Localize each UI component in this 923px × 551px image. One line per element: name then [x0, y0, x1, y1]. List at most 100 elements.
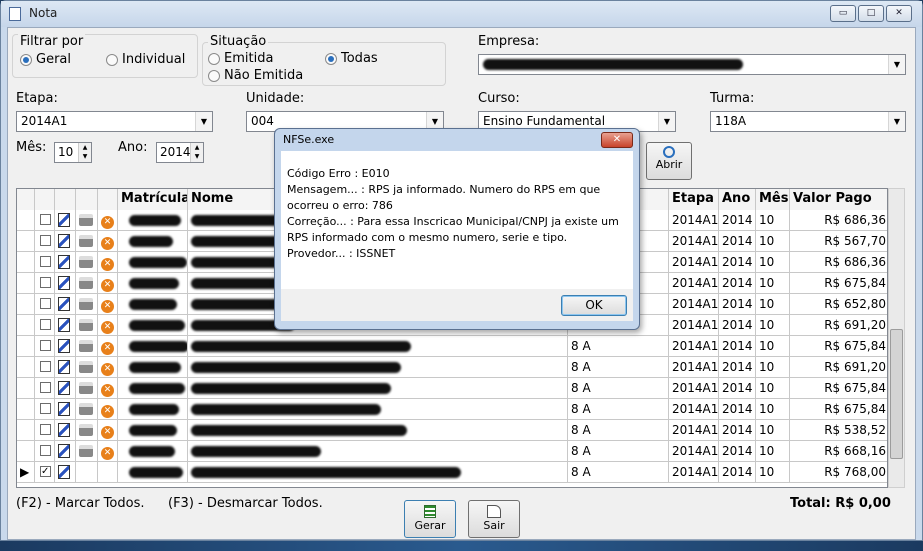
chevron-down-icon[interactable]: ▼ [658, 112, 675, 131]
radio-emitida[interactable]: Emitida [208, 51, 273, 66]
edit-icon[interactable] [58, 255, 70, 269]
cancel-icon[interactable]: ✕ [101, 216, 114, 229]
row-check-cell[interactable] [35, 294, 55, 315]
printer-icon[interactable] [79, 256, 93, 268]
table-row[interactable]: ✕ 8 A 2014A1 2014 10 R$ 675,84 [17, 336, 887, 357]
scrollbar-thumb[interactable] [890, 329, 903, 459]
printer-icon[interactable] [79, 319, 93, 331]
row-selector[interactable] [17, 399, 35, 420]
edit-icon[interactable] [58, 276, 70, 290]
row-edit-cell[interactable] [55, 231, 76, 252]
row-edit-cell[interactable] [55, 210, 76, 231]
row-print-cell[interactable] [76, 462, 98, 483]
row-check-cell[interactable] [35, 336, 55, 357]
cancel-icon[interactable]: ✕ [101, 321, 114, 334]
cancel-icon[interactable]: ✕ [101, 300, 114, 313]
row-checkbox[interactable] [40, 361, 51, 372]
row-checkbox[interactable] [40, 235, 51, 246]
row-cancel-cell[interactable]: ✕ [98, 399, 118, 420]
cancel-icon[interactable]: ✕ [101, 405, 114, 418]
printer-icon[interactable] [79, 424, 93, 436]
etapa-combo[interactable]: 2014A1 ▼ [16, 111, 213, 132]
printer-icon[interactable] [79, 298, 93, 310]
row-print-cell[interactable] [76, 315, 98, 336]
cancel-icon[interactable]: ✕ [101, 384, 114, 397]
row-selector[interactable] [17, 315, 35, 336]
row-checkbox[interactable] [40, 445, 51, 456]
row-checkbox[interactable] [40, 319, 51, 330]
row-checkbox[interactable]: ✓ [40, 466, 51, 477]
col-matricula[interactable]: Matrícula [118, 189, 188, 210]
chevron-down-icon[interactable]: ▼ [888, 112, 905, 131]
row-selector[interactable] [17, 420, 35, 441]
row-cancel-cell[interactable]: ✕ [98, 210, 118, 231]
mes-spinner[interactable]: 10 ▲ ▼ [54, 142, 92, 163]
printer-icon[interactable] [79, 235, 93, 247]
row-checkbox[interactable] [40, 340, 51, 351]
radio-individual[interactable]: Individual [106, 52, 185, 67]
edit-icon[interactable] [58, 465, 70, 479]
row-edit-cell[interactable] [55, 336, 76, 357]
edit-icon[interactable] [58, 381, 70, 395]
edit-icon[interactable] [58, 423, 70, 437]
row-cancel-cell[interactable]: ✕ [98, 378, 118, 399]
table-scrollbar[interactable] [888, 188, 905, 488]
row-selector[interactable] [17, 210, 35, 231]
row-checkbox[interactable] [40, 256, 51, 267]
row-print-cell[interactable] [76, 294, 98, 315]
empresa-combo[interactable]: ▼ [478, 54, 906, 75]
row-checkbox[interactable] [40, 214, 51, 225]
row-cancel-cell[interactable]: ✕ [98, 441, 118, 462]
table-row[interactable]: ✕ 8 A 2014A1 2014 10 R$ 538,52 [17, 420, 887, 441]
radio-geral[interactable]: Geral [20, 52, 71, 67]
edit-icon[interactable] [58, 213, 70, 227]
cancel-icon[interactable]: ✕ [101, 363, 114, 376]
row-cancel-cell[interactable]: ✕ [98, 252, 118, 273]
cancel-icon[interactable]: ✕ [101, 447, 114, 460]
row-selector[interactable] [17, 378, 35, 399]
row-selector[interactable] [17, 231, 35, 252]
row-print-cell[interactable] [76, 252, 98, 273]
row-print-cell[interactable] [76, 336, 98, 357]
ano-spinner[interactable]: 2014 ▲ ▼ [156, 142, 204, 163]
row-selector[interactable] [17, 294, 35, 315]
row-check-cell[interactable] [35, 273, 55, 294]
edit-icon[interactable] [58, 402, 70, 416]
maximize-button[interactable]: □ [858, 5, 884, 22]
edit-icon[interactable] [58, 339, 70, 353]
row-print-cell[interactable] [76, 399, 98, 420]
row-cancel-cell[interactable]: ✕ [98, 357, 118, 378]
row-cancel-cell[interactable]: ✕ [98, 273, 118, 294]
row-checkbox[interactable] [40, 382, 51, 393]
row-cancel-cell[interactable]: ✕ [98, 294, 118, 315]
cancel-icon[interactable]: ✕ [101, 258, 114, 271]
printer-icon[interactable] [79, 214, 93, 226]
row-check-cell[interactable] [35, 420, 55, 441]
spin-arrows-icon[interactable]: ▲ ▼ [78, 143, 91, 162]
row-selector[interactable] [17, 273, 35, 294]
radio-todas[interactable]: Todas [325, 51, 378, 66]
row-check-cell[interactable] [35, 252, 55, 273]
row-check-cell[interactable] [35, 315, 55, 336]
sair-button[interactable]: Sair [468, 500, 520, 538]
table-row[interactable]: ✕ 8 A 2014A1 2014 10 R$ 675,84 [17, 399, 887, 420]
table-row[interactable]: ✕ 8 A 2014A1 2014 10 R$ 691,20 [17, 357, 887, 378]
chevron-down-icon[interactable]: ▼ [888, 55, 905, 74]
row-print-cell[interactable] [76, 378, 98, 399]
row-check-cell[interactable] [35, 441, 55, 462]
cancel-icon[interactable]: ✕ [101, 237, 114, 250]
row-checkbox[interactable] [40, 424, 51, 435]
edit-icon[interactable] [58, 318, 70, 332]
row-edit-cell[interactable] [55, 441, 76, 462]
col-ano[interactable]: Ano [719, 189, 756, 210]
printer-icon[interactable] [79, 277, 93, 289]
col-valor[interactable]: Valor Pago [790, 189, 887, 210]
row-check-cell[interactable] [35, 357, 55, 378]
row-edit-cell[interactable] [55, 378, 76, 399]
row-selector[interactable] [17, 336, 35, 357]
cancel-icon[interactable]: ✕ [101, 426, 114, 439]
printer-icon[interactable] [79, 361, 93, 373]
row-edit-cell[interactable] [55, 420, 76, 441]
printer-icon[interactable] [79, 382, 93, 394]
col-etapa[interactable]: Etapa [669, 189, 719, 210]
